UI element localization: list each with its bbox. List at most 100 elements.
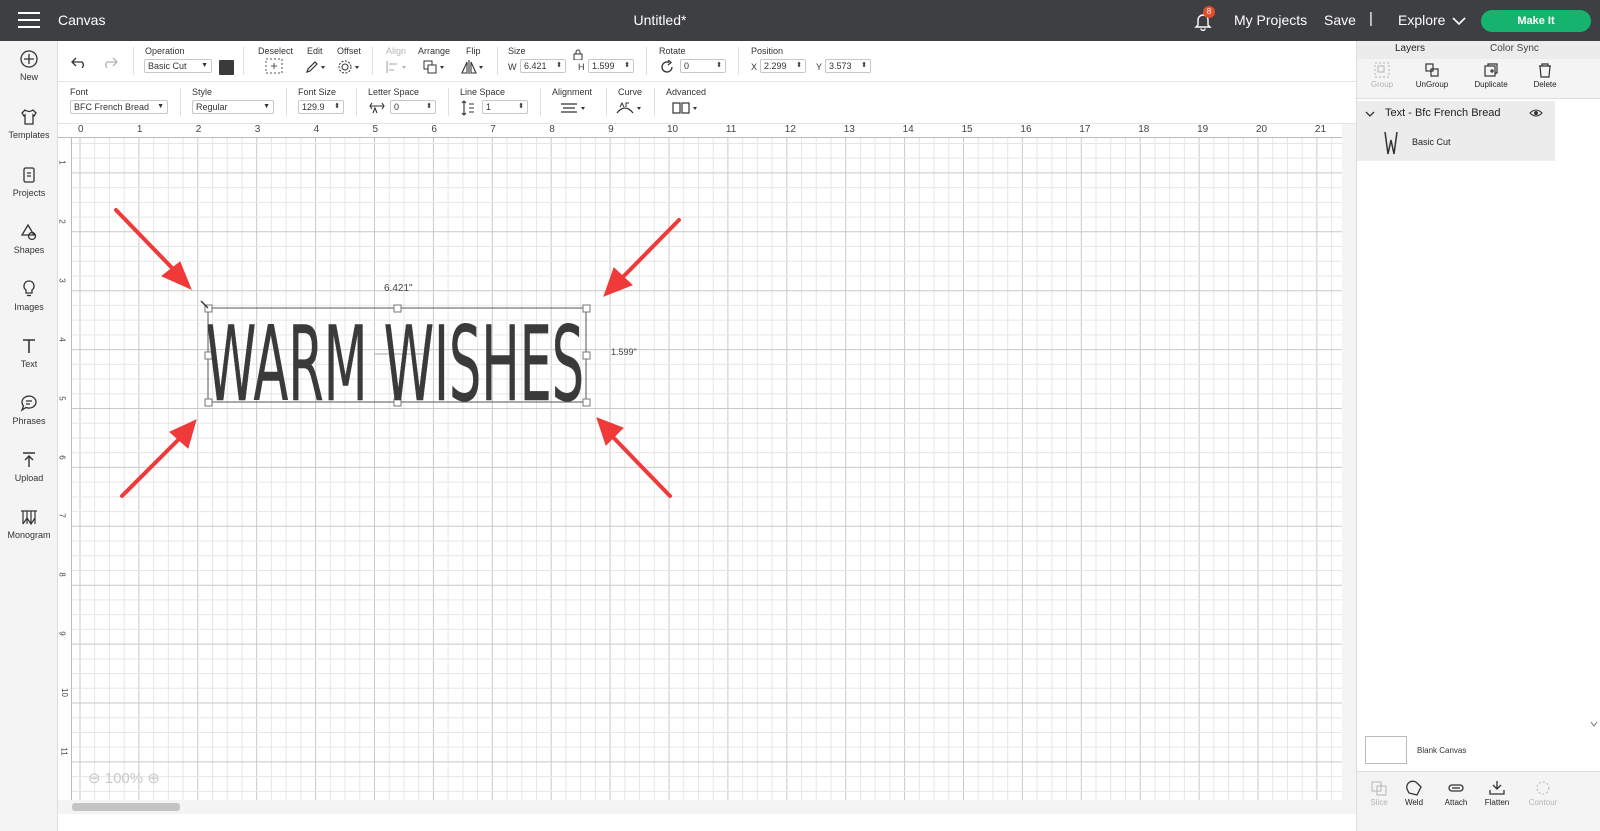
nav-item-monogram[interactable]: Monogram: [0, 507, 58, 559]
operation-select[interactable]: Basic Cut ▼: [144, 59, 212, 73]
toolbar-divider: [738, 47, 739, 75]
nav-item-upload[interactable]: Upload: [0, 450, 58, 502]
line-space-input[interactable]: 1 ⬍: [482, 100, 528, 114]
nav-item-templates[interactable]: Templates: [0, 107, 58, 159]
resize-handle[interactable]: [582, 351, 591, 360]
font-label: Font: [70, 87, 89, 97]
font-size-input[interactable]: 129.9 ⬍: [298, 100, 344, 114]
flip-label: Flip: [466, 46, 481, 56]
layer-tools: Slice Weld Attach Flatten Contour: [1357, 771, 1600, 831]
eye-icon[interactable]: [1529, 108, 1543, 118]
tab-layers[interactable]: Layers: [1395, 43, 1425, 54]
font-size-value: 129.9: [302, 102, 325, 112]
undo-icon[interactable]: [71, 56, 87, 68]
group-icon: [1374, 62, 1390, 78]
width-input[interactable]: 6.421 ⬍: [520, 59, 566, 73]
explore-label: Explore: [1398, 12, 1446, 28]
height-value: 1.599: [592, 61, 615, 71]
save-button[interactable]: Save: [1324, 12, 1356, 28]
redo-icon[interactable]: [102, 56, 118, 68]
nav-item-images[interactable]: Images: [0, 279, 58, 331]
letter-space-input[interactable]: 0 ⬍: [390, 100, 436, 114]
dropdown-arrow-icon: ▼: [201, 62, 208, 69]
zoom-in-icon[interactable]: ⊕: [147, 770, 160, 787]
edit-pencil-icon[interactable]: [305, 60, 327, 74]
weld-button[interactable]: Weld: [1392, 780, 1436, 807]
group-button[interactable]: Group: [1357, 62, 1407, 89]
zoom-out-icon[interactable]: ⊖: [88, 770, 101, 787]
nav-item-new[interactable]: New: [0, 49, 58, 101]
height-input[interactable]: 1.599 ⬍: [588, 59, 634, 73]
scroll-down-icon[interactable]: [1590, 721, 1598, 727]
ungroup-label: UnGroup: [1415, 80, 1449, 89]
stepper-icon: ⬍: [796, 62, 802, 69]
lock-icon[interactable]: [573, 49, 583, 60]
delete-button[interactable]: Delete: [1520, 62, 1570, 89]
blank-canvas-swatch[interactable]: [1365, 736, 1407, 764]
layer-operation: Basic Cut: [1412, 137, 1451, 147]
nav-item-text[interactable]: Text: [0, 336, 58, 388]
deselect-icon[interactable]: [265, 58, 283, 74]
text-align-icon[interactable]: [560, 102, 588, 114]
position-label: Position: [751, 46, 784, 56]
nav-label-text: Text: [20, 359, 38, 369]
ungroup-button[interactable]: UnGroup: [1407, 62, 1457, 89]
dropdown-arrow-icon: ▼: [263, 103, 270, 110]
delete-label: Delete: [1533, 80, 1557, 89]
horizontal-scroll-thumb[interactable]: [72, 803, 180, 811]
toolbar-divider: [606, 88, 607, 116]
x-position-input[interactable]: 2.299 ⬍: [760, 59, 806, 73]
advanced-icon[interactable]: [672, 102, 702, 114]
line-space-label: Line Space: [460, 87, 506, 97]
font-select[interactable]: BFC French Bread ▼: [70, 100, 168, 114]
nav-label-projects: Projects: [12, 188, 46, 198]
layer-title: Text - Bfc French Bread: [1385, 107, 1501, 119]
rotate-input[interactable]: 0 ⬍: [680, 59, 726, 73]
explore-menu[interactable]: Explore: [1398, 12, 1466, 28]
chevron-down-icon[interactable]: [1365, 111, 1375, 118]
style-label: Style: [192, 87, 213, 97]
operation-label: Operation: [145, 46, 185, 56]
nav-label-images: Images: [14, 302, 44, 312]
flatten-button[interactable]: Flatten: [1475, 780, 1519, 807]
resize-handle[interactable]: [582, 398, 591, 407]
rotate-icon[interactable]: [660, 60, 674, 74]
speech-bubble-icon: [20, 395, 37, 412]
shapes-icon: [20, 223, 37, 241]
monogram-icon: [21, 510, 37, 526]
color-swatch[interactable]: [219, 60, 234, 75]
style-select[interactable]: Regular ▼: [192, 100, 274, 114]
duplicate-button[interactable]: Duplicate: [1466, 62, 1516, 89]
toolbar-divider: [356, 88, 357, 116]
width-label: W: [508, 62, 517, 72]
toolbar-divider: [286, 88, 287, 116]
font-value: BFC French Bread: [74, 102, 150, 112]
make-it-button[interactable]: Make It: [1481, 10, 1591, 32]
offset-label: Offset: [337, 46, 361, 56]
vertical-scrollbar[interactable]: [1342, 124, 1356, 814]
attach-button[interactable]: Attach: [1434, 780, 1478, 807]
offset-icon[interactable]: [338, 60, 362, 74]
style-value: Regular: [196, 102, 228, 112]
align-icon[interactable]: [385, 60, 409, 74]
contour-button[interactable]: Contour: [1521, 780, 1565, 807]
curve-icon[interactable]: [616, 101, 644, 115]
y-position-input[interactable]: 3.573 ⬍: [825, 59, 871, 73]
flip-icon[interactable]: [461, 59, 485, 75]
blank-canvas-label: Blank Canvas: [1417, 746, 1467, 755]
arrow-bottom-left: [120, 434, 184, 498]
nav-item-projects[interactable]: Projects: [0, 165, 58, 217]
arrange-icon[interactable]: [423, 60, 447, 74]
layer-thumbnail: [1384, 131, 1398, 155]
notification-badge: 8: [1203, 6, 1215, 18]
tab-color-sync[interactable]: Color Sync: [1490, 43, 1539, 54]
horizontal-scrollbar[interactable]: [58, 800, 1342, 814]
nav-item-shapes[interactable]: Shapes: [0, 222, 58, 274]
resize-handle[interactable]: [582, 304, 591, 313]
canvas-text[interactable]: WARM WISHES: [206, 305, 585, 426]
my-projects-link[interactable]: My Projects: [1234, 12, 1307, 28]
y-position-value: 3.573: [829, 61, 852, 71]
nav-item-phrases[interactable]: Phrases: [0, 393, 58, 445]
letter-space-icon: [369, 102, 385, 114]
layer-item[interactable]: Text - Bfc French Bread Basic Cut: [1357, 101, 1555, 161]
